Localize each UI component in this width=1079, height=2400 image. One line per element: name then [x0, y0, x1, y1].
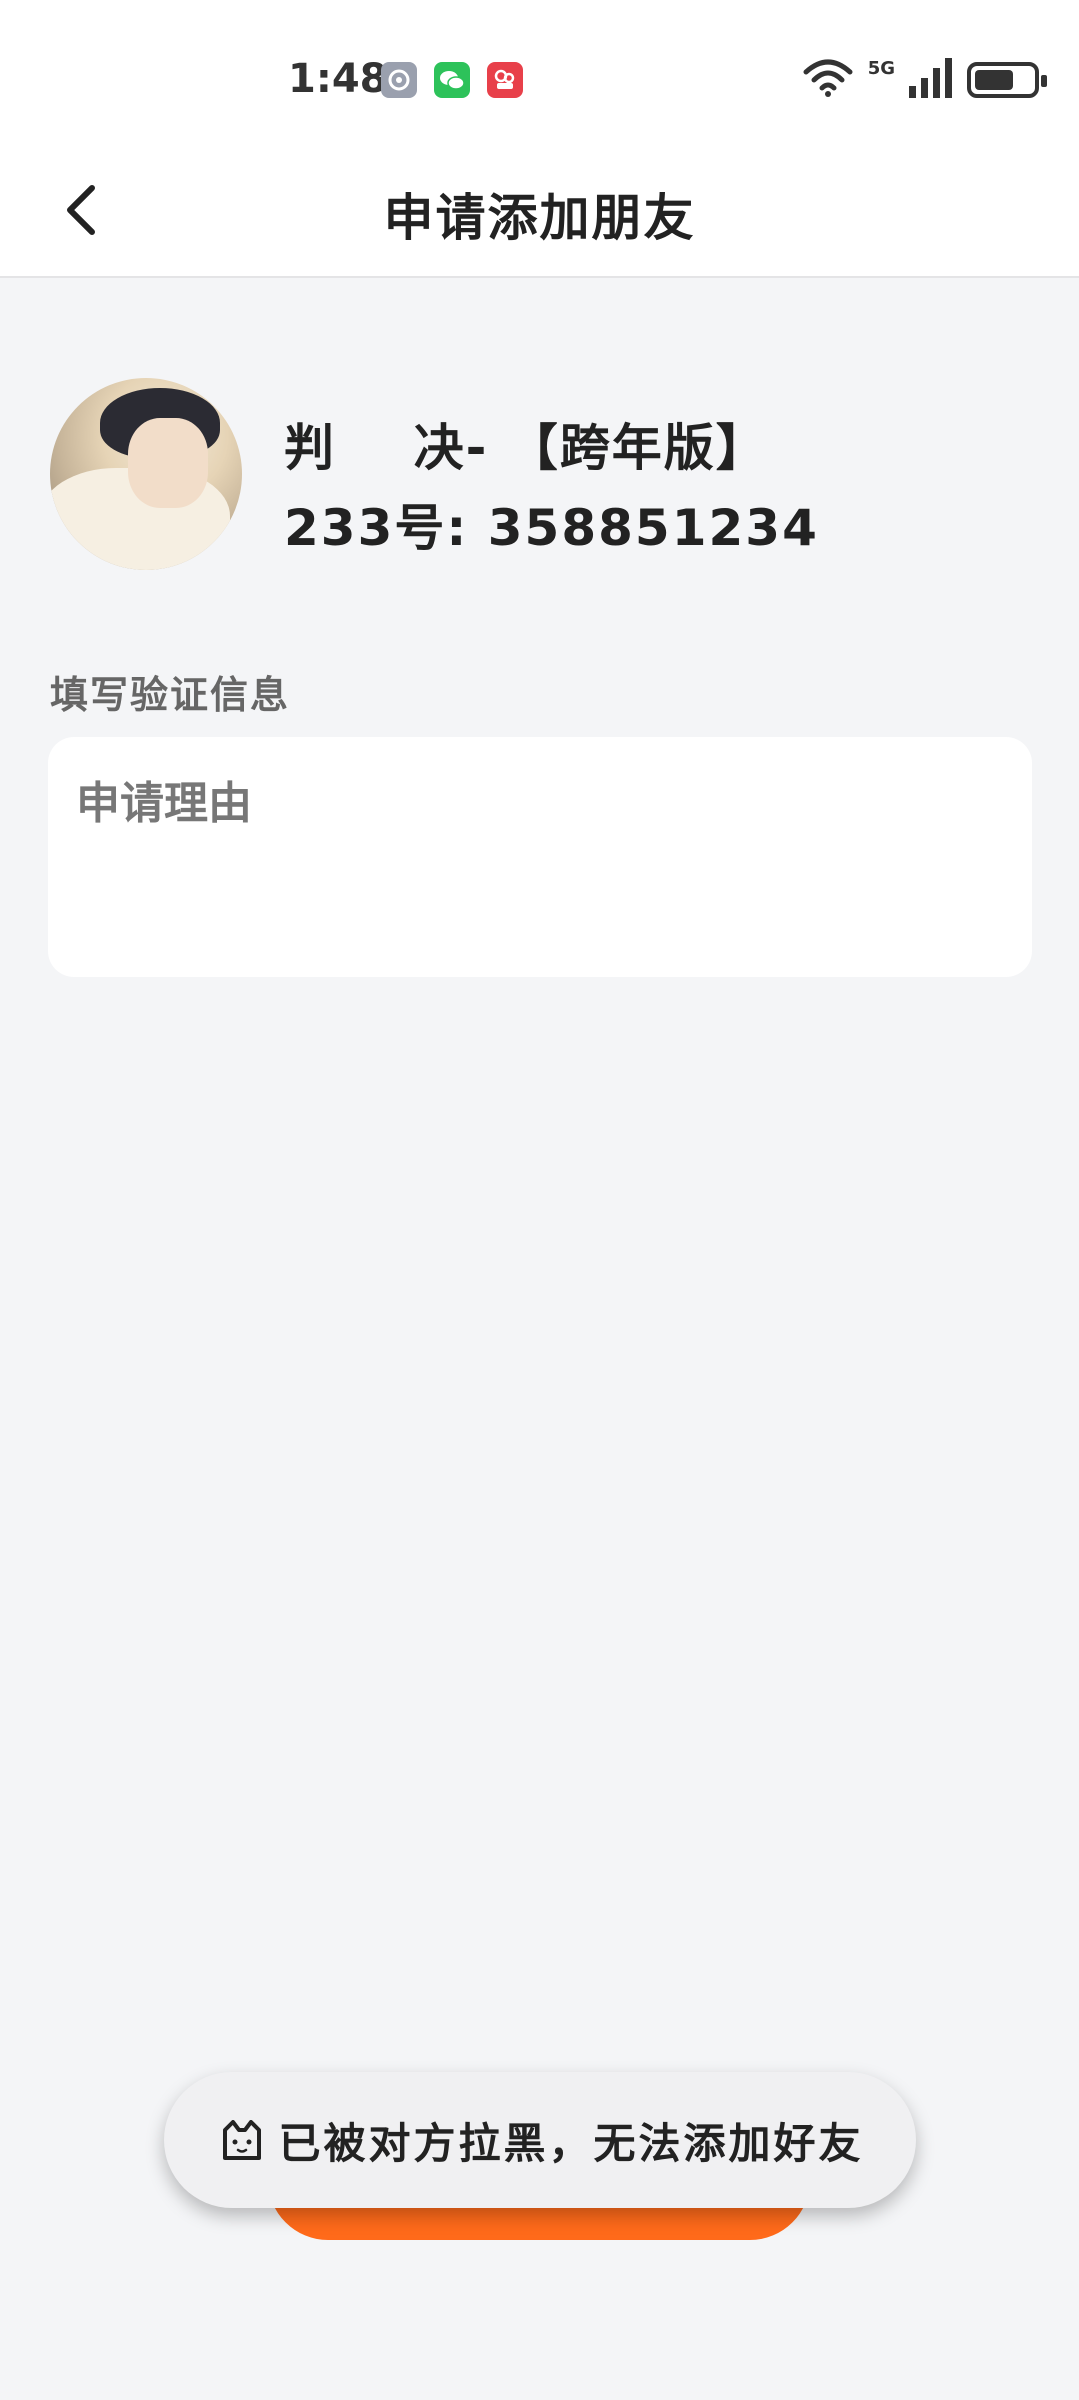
nav-bar: 申请添加朋友 — [0, 150, 1079, 278]
status-indicators: 5G — [802, 56, 1047, 104]
red-app-icon — [487, 62, 523, 98]
battery-icon — [967, 62, 1047, 98]
verification-section-label: 填写验证信息 — [50, 673, 291, 717]
cat-face-icon — [216, 2117, 268, 2163]
signal-icon — [909, 58, 953, 102]
profile-id: 233号: 358851234 — [284, 499, 819, 557]
status-time: 1:48 — [288, 56, 388, 102]
profile-name: 判 决- 【跨年版】 — [284, 419, 768, 477]
reason-box — [48, 737, 1032, 977]
reason-input[interactable] — [76, 767, 1004, 947]
profile-card: 判 决- 【跨年版】 233号: 358851234 — [50, 378, 1030, 574]
status-bar: 1:48 5G — [0, 0, 1079, 150]
toast-message: 已被对方拉黑，无法添加好友 — [164, 2072, 916, 2208]
network-type: 5G — [867, 57, 895, 79]
toast-text: 已被对方拉黑，无法添加好友 — [278, 2118, 864, 2168]
avatar[interactable] — [50, 378, 242, 570]
wifi-icon — [802, 58, 854, 102]
page-title: 申请添加朋友 — [383, 189, 696, 247]
settings-icon — [381, 62, 417, 98]
wechat-icon — [434, 62, 470, 98]
